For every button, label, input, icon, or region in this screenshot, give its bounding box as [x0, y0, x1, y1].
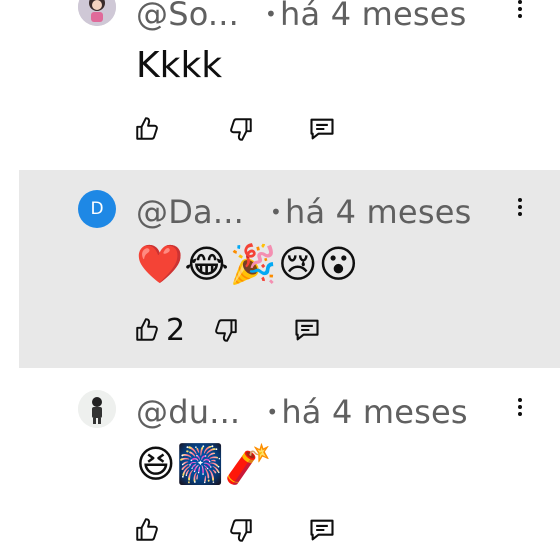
dislike-button[interactable]	[228, 116, 254, 142]
dislike-button[interactable]	[213, 317, 239, 343]
like-button[interactable]	[134, 517, 166, 543]
meta-separator: •	[265, 2, 278, 26]
comment-header: @Da... • há 4 meses	[136, 192, 471, 232]
reply-icon	[295, 319, 319, 341]
like-button[interactable]	[134, 116, 166, 142]
comment-timestamp: há 4 meses	[284, 193, 472, 231]
avatar[interactable]: D	[78, 190, 116, 228]
comment-text: Kkkk	[136, 45, 223, 86]
like-button[interactable]: 2	[134, 313, 185, 348]
like-count: 2	[166, 312, 186, 348]
thumbs-down-icon	[230, 519, 252, 542]
more-options-icon[interactable]	[512, 192, 528, 222]
avatar-letter: D	[90, 199, 104, 219]
avatar-person-icon	[78, 390, 116, 428]
comment-header: @So... • há 4 meses	[136, 0, 467, 34]
avatar[interactable]	[78, 0, 116, 26]
meta-separator: •	[266, 400, 279, 424]
reply-icon	[310, 519, 334, 541]
thumbs-up-icon	[136, 518, 158, 541]
comment-actions	[134, 113, 336, 145]
more-options-icon[interactable]	[512, 392, 528, 422]
reply-button[interactable]	[308, 115, 336, 143]
avatar-girl-icon	[78, 0, 116, 26]
comment-item-highlighted: D @Da... • há 4 meses ❤️😂🎉😢😮 2	[19, 170, 560, 368]
thumbs-up-icon	[136, 318, 158, 341]
reply-icon	[310, 118, 334, 140]
comment-actions: 2	[134, 313, 321, 348]
thumbs-down-icon	[215, 319, 237, 342]
avatar[interactable]	[78, 390, 116, 428]
comment-timestamp: há 4 meses	[281, 393, 468, 431]
comment-item: @du... • há 4 meses 😆🎆🧨	[0, 368, 560, 560]
thumbs-up-icon	[136, 117, 158, 140]
comment-text: ❤️😂🎉😢😮	[136, 242, 360, 286]
comment-actions	[134, 514, 336, 546]
dislike-button[interactable]	[228, 517, 254, 543]
reply-button[interactable]	[308, 516, 336, 544]
more-options-icon[interactable]	[512, 0, 528, 24]
comment-header: @du... • há 4 meses	[136, 392, 468, 432]
comment-author[interactable]: @Da...	[136, 193, 244, 231]
comment-author[interactable]: @du...	[136, 393, 240, 431]
thumbs-down-icon	[230, 118, 252, 141]
comment-timestamp: há 4 meses	[280, 0, 467, 33]
comment-item: @So... • há 4 meses Kkkk	[0, 0, 560, 170]
meta-separator: •	[269, 200, 282, 224]
comment-text: 😆🎆🧨	[136, 442, 274, 486]
comment-author[interactable]: @So...	[136, 0, 239, 33]
reply-button[interactable]	[293, 316, 321, 344]
